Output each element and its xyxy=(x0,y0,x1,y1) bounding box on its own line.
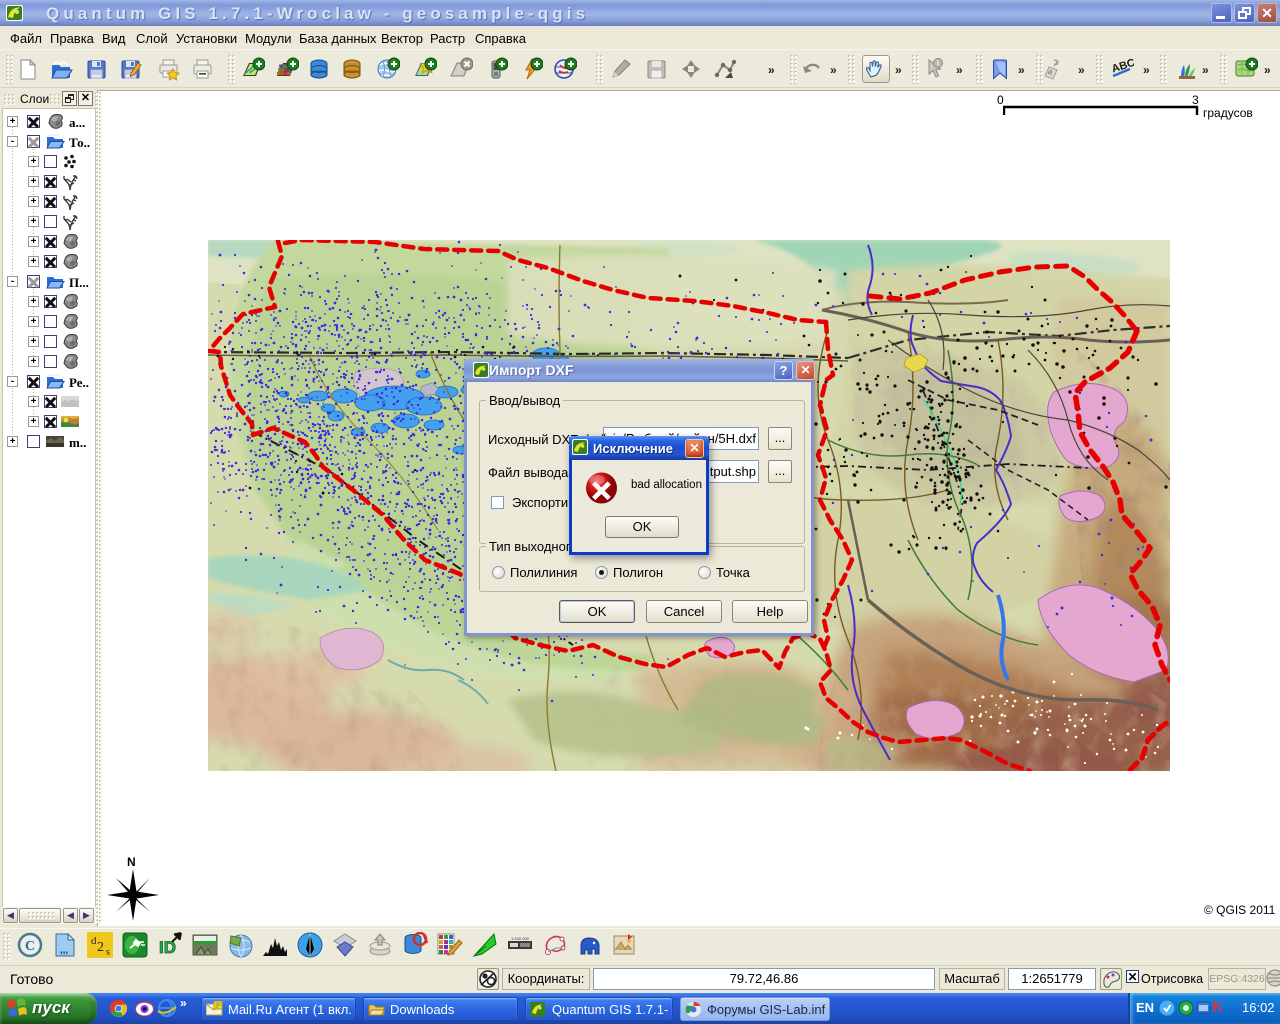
svg-text:1:100 000: 1:100 000 xyxy=(511,936,530,941)
svg-text:2: 2 xyxy=(97,940,104,955)
svg-text:C: C xyxy=(25,939,35,954)
svg-text:i: i xyxy=(937,61,939,68)
svg-text:,,,: ,,, xyxy=(60,945,69,956)
svg-text:s: s xyxy=(106,947,110,958)
